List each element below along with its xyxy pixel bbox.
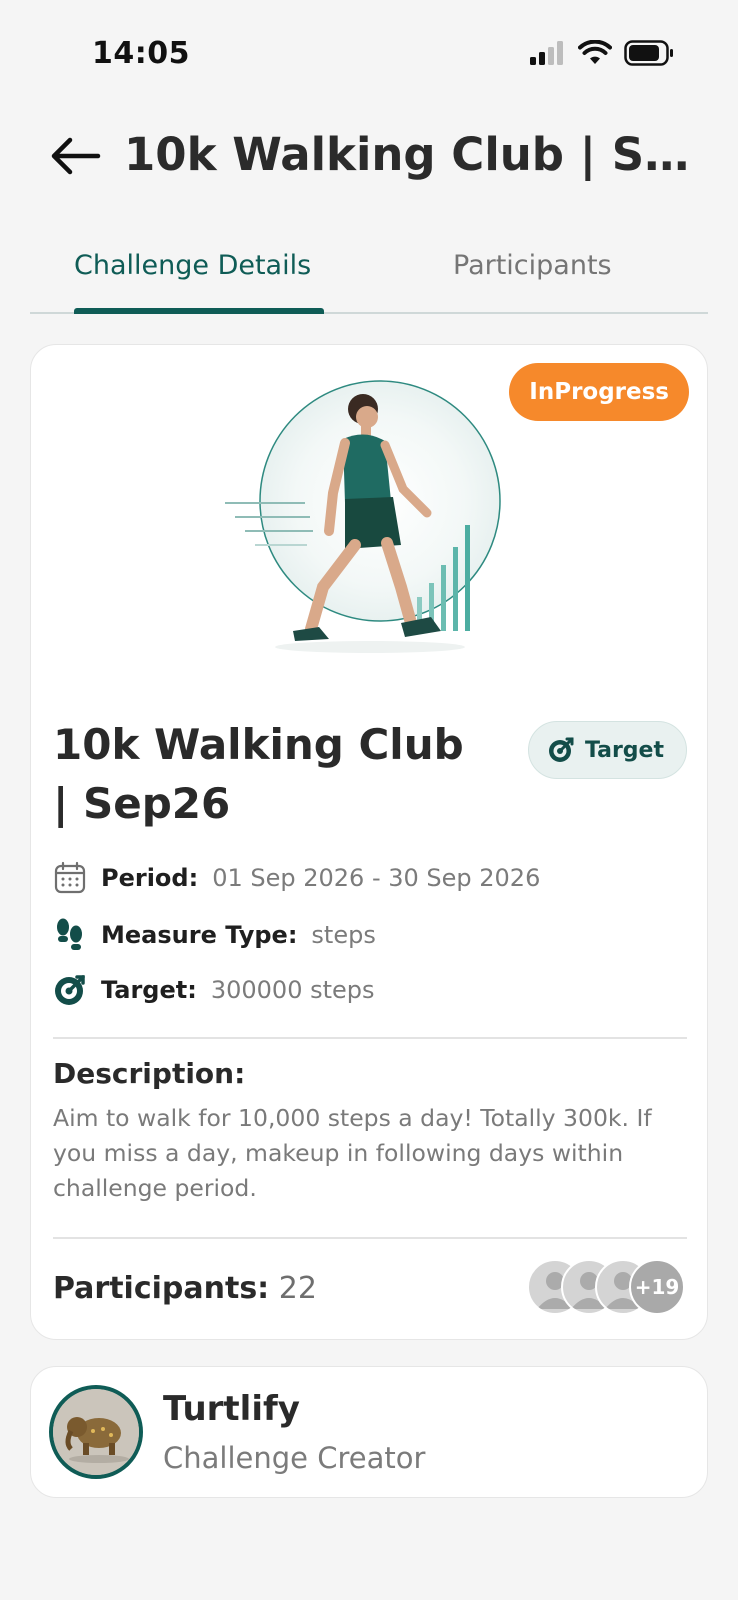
participant-avatars[interactable]: +19 (527, 1259, 685, 1315)
elephant-figurine-image (53, 1389, 139, 1475)
status-bar: 14:05 (0, 0, 738, 110)
creator-role: Challenge Creator (163, 1441, 426, 1475)
measure-type-row: Measure Type: steps (53, 917, 376, 953)
arrow-left-icon (51, 137, 101, 175)
period-value: 01 Sep 2026 - 30 Sep 2026 (212, 864, 541, 892)
creator-card[interactable]: Turtlify Challenge Creator (30, 1366, 708, 1498)
status-badge: InProgress (509, 363, 689, 421)
tab-challenge-details[interactable]: Challenge Details (74, 250, 311, 281)
cellular-signal-icon (530, 41, 563, 65)
page-title: 10k Walking Club | Sep... (124, 128, 704, 181)
back-button[interactable] (48, 134, 102, 178)
measure-type-value: steps (311, 921, 376, 949)
tab-bar: Challenge Details Participants (30, 238, 708, 314)
active-tab-indicator (74, 308, 324, 314)
creator-avatar (49, 1385, 143, 1479)
challenge-type-label: Target (584, 737, 664, 763)
app-header: 10k Walking Club | Sep... (0, 120, 738, 200)
description-label: Description: (53, 1057, 246, 1090)
more-participants-badge: +19 (629, 1259, 685, 1315)
participants-count: 22 (278, 1271, 317, 1306)
target-icon (548, 737, 574, 762)
target-row: Target: 300000 steps (53, 973, 375, 1007)
target-value: 300000 steps (210, 976, 375, 1004)
wifi-icon (578, 40, 612, 64)
divider (53, 1237, 687, 1239)
creator-name: Turtlify (163, 1389, 300, 1429)
status-icons (530, 40, 674, 66)
calendar-icon (54, 861, 86, 894)
footsteps-icon (57, 918, 82, 950)
participants-summary: Participants: 22 (53, 1271, 317, 1306)
tab-participants[interactable]: Participants (453, 250, 612, 281)
target-label: Target: (101, 976, 197, 1004)
divider (53, 1037, 687, 1039)
challenge-type-chip: Target (527, 721, 687, 779)
battery-icon (624, 40, 673, 66)
period-label: Period: (101, 864, 199, 892)
challenge-card: InProgress 10k Walking Club | Sep26 Targ… (30, 344, 708, 1340)
description-text: Aim to walk for 10,000 steps a day! Tota… (53, 1104, 652, 1202)
measure-type-label: Measure Type: (101, 921, 298, 949)
challenge-hero-image (195, 361, 535, 699)
target-icon (55, 975, 85, 1005)
status-time: 14:05 (92, 36, 190, 71)
challenge-title: 10k Walking Club | Sep26 (53, 720, 464, 828)
period-row: Period: 01 Sep 2026 - 30 Sep 2026 (53, 861, 540, 895)
participants-label: Participants: (53, 1271, 270, 1306)
